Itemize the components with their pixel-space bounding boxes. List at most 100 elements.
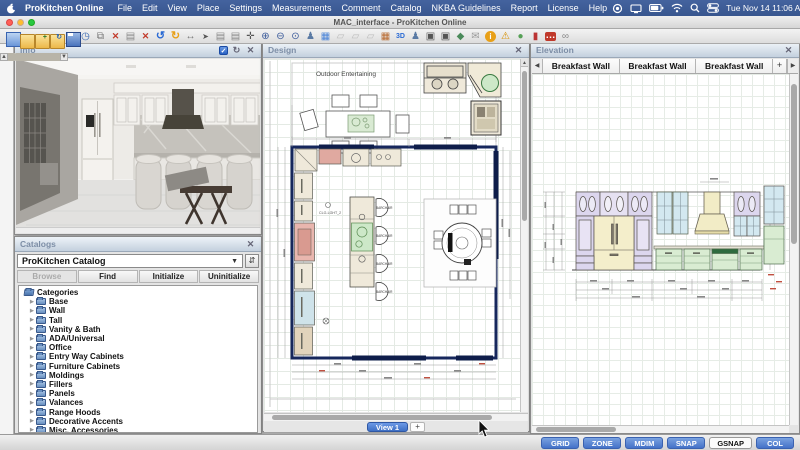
mail-icon[interactable]	[469, 30, 482, 43]
scrollbar-thumb[interactable]	[536, 427, 616, 432]
info-3d-preview[interactable]	[16, 59, 260, 227]
elevation-tab[interactable]: Breakfast Wall	[696, 59, 773, 73]
feedback-icon[interactable]	[544, 30, 557, 43]
tree-item[interactable]: ▶ Moldings	[22, 371, 257, 380]
view-1-tab[interactable]: View 1	[367, 422, 408, 432]
info-icon[interactable]	[484, 30, 497, 43]
zoom-fit-icon[interactable]	[289, 30, 302, 43]
manual-icon[interactable]	[529, 30, 542, 43]
status-toggle-button[interactable]: MDIM	[625, 437, 663, 449]
status-toggle-button[interactable]: GRID	[541, 437, 579, 449]
elevation-horizontal-scrollbar[interactable]	[532, 425, 789, 433]
history-icon[interactable]	[79, 30, 92, 43]
design-vertical-scrollbar[interactable]: ▲	[520, 59, 528, 412]
tree-item[interactable]: ▶ Base	[22, 297, 257, 306]
save-icon[interactable]	[64, 30, 77, 43]
align-top-icon[interactable]	[349, 30, 362, 43]
status-toggle-button[interactable]: SNAP	[667, 437, 705, 449]
shield-icon[interactable]	[454, 30, 467, 43]
status-toggle-button[interactable]: COL	[756, 437, 794, 449]
menu-item[interactable]: Place	[192, 3, 225, 13]
catalog-tab[interactable]: Find	[78, 270, 138, 283]
undo-icon[interactable]	[154, 30, 167, 43]
tree-item[interactable]: ▶ Range Hoods	[22, 407, 257, 416]
close-icon[interactable]: ✕	[783, 45, 794, 56]
close-icon[interactable]: ✕	[245, 239, 256, 250]
refresh-icon[interactable]: ↻	[231, 45, 242, 56]
status-toggle-button[interactable]: ZONE	[583, 437, 621, 449]
menubar-clock[interactable]: Tue Nov 14 11:06 AM	[726, 3, 800, 13]
tree-root-categories[interactable]: Categories	[22, 288, 257, 297]
design-canvas[interactable]: Outdoor Entertaining	[264, 59, 522, 412]
menu-item[interactable]: File	[113, 3, 138, 13]
elevation-tab[interactable]: Breakfast Wall	[620, 59, 697, 73]
menu-item[interactable]: NKBA Guidelines	[427, 3, 506, 13]
menu-item[interactable]: Measurements	[267, 3, 337, 13]
control-center-icon[interactable]	[707, 3, 719, 13]
pointer-icon[interactable]	[199, 30, 212, 43]
elevation-canvas[interactable]	[532, 74, 790, 425]
close-icon[interactable]: ✕	[245, 45, 256, 56]
design-window-titlebar[interactable]: Design ✕	[263, 43, 529, 58]
clipboard-icon[interactable]	[229, 30, 242, 43]
menu-item[interactable]: Catalog	[386, 3, 427, 13]
camera-icon[interactable]	[424, 30, 437, 43]
folder-add-icon[interactable]	[34, 30, 47, 43]
tree-item[interactable]: ▶ Valances	[22, 398, 257, 407]
scrollbar-thumb[interactable]	[791, 84, 797, 244]
folder-sync-icon[interactable]	[49, 30, 62, 43]
view-3d-icon[interactable]	[394, 30, 407, 43]
elevation-window-titlebar[interactable]: Elevation ✕	[531, 43, 799, 58]
catalog-expand-button[interactable]: ⇵	[245, 254, 259, 268]
menu-item[interactable]: Help	[584, 3, 613, 13]
apple-menu-icon[interactable]	[6, 3, 17, 14]
zoom-in-icon[interactable]	[259, 30, 272, 43]
scrollbar-thumb[interactable]	[522, 71, 527, 221]
tree-item[interactable]: ▶ Office	[22, 343, 257, 352]
menu-item[interactable]: Comment	[336, 3, 385, 13]
tab-scroll-left-icon[interactable]: ◀	[532, 59, 543, 73]
scroll-up-icon[interactable]	[0, 53, 8, 61]
grid-icon[interactable]	[379, 30, 392, 43]
display-icon[interactable]	[630, 3, 642, 14]
menu-app-name[interactable]: ProKitchen Online	[25, 3, 104, 13]
tree-item[interactable]: ▶ Fillers	[22, 380, 257, 389]
snapshot-icon[interactable]	[439, 30, 452, 43]
copy-icon[interactable]	[94, 30, 107, 43]
tree-item[interactable]: ▶ Misc. Accessories	[22, 426, 257, 433]
person-icon[interactable]	[304, 30, 317, 43]
tree-item[interactable]: ▶ Decorative Accents	[22, 417, 257, 426]
tree-item[interactable]: ▶ Furniture Cabinets	[22, 362, 257, 371]
delete-icon[interactable]	[109, 30, 122, 43]
tree-item[interactable]: ▶ Wall	[22, 306, 257, 315]
remove-icon[interactable]	[139, 30, 152, 43]
tree-item[interactable]: ▶ Tall	[22, 316, 257, 325]
print-icon[interactable]	[214, 30, 227, 43]
add-elevation-tab-button[interactable]: +	[773, 59, 787, 73]
tree-item[interactable]: ▶ Entry Way Cabinets	[22, 352, 257, 361]
warning-icon[interactable]	[499, 30, 512, 43]
search-icon[interactable]	[690, 3, 700, 13]
close-icon[interactable]: ✕	[513, 45, 524, 56]
info-scrollbar[interactable]	[16, 227, 260, 233]
zoom-out-icon[interactable]	[274, 30, 287, 43]
redo-icon[interactable]	[169, 30, 182, 43]
menu-item[interactable]: View	[163, 3, 192, 13]
tab-scroll-right-icon[interactable]: ▶	[787, 59, 798, 73]
catalog-tab[interactable]: Uninitialize	[199, 270, 259, 283]
tree-item[interactable]: ▶ ADA/Universal	[22, 334, 257, 343]
menu-item[interactable]: Edit	[137, 3, 163, 13]
layers-icon[interactable]	[319, 30, 332, 43]
add-view-button[interactable]: +	[410, 422, 425, 432]
catalog-tab[interactable]: Initialize	[139, 270, 199, 283]
elevation-vertical-scrollbar[interactable]	[789, 74, 798, 425]
battery-icon[interactable]	[649, 3, 664, 13]
walkthrough-icon[interactable]	[409, 30, 422, 43]
open-icon[interactable]	[19, 30, 32, 43]
menu-item[interactable]: Report	[506, 3, 543, 13]
scroll-down-icon[interactable]	[60, 53, 68, 61]
catalogs-window-titlebar[interactable]: Catalogs ✕	[15, 237, 261, 252]
catalog-tab[interactable]: Browse	[17, 270, 77, 283]
tree-item[interactable]: ▶ Vanity & Bath	[22, 325, 257, 334]
scrollbar-thumb[interactable]	[272, 415, 492, 420]
